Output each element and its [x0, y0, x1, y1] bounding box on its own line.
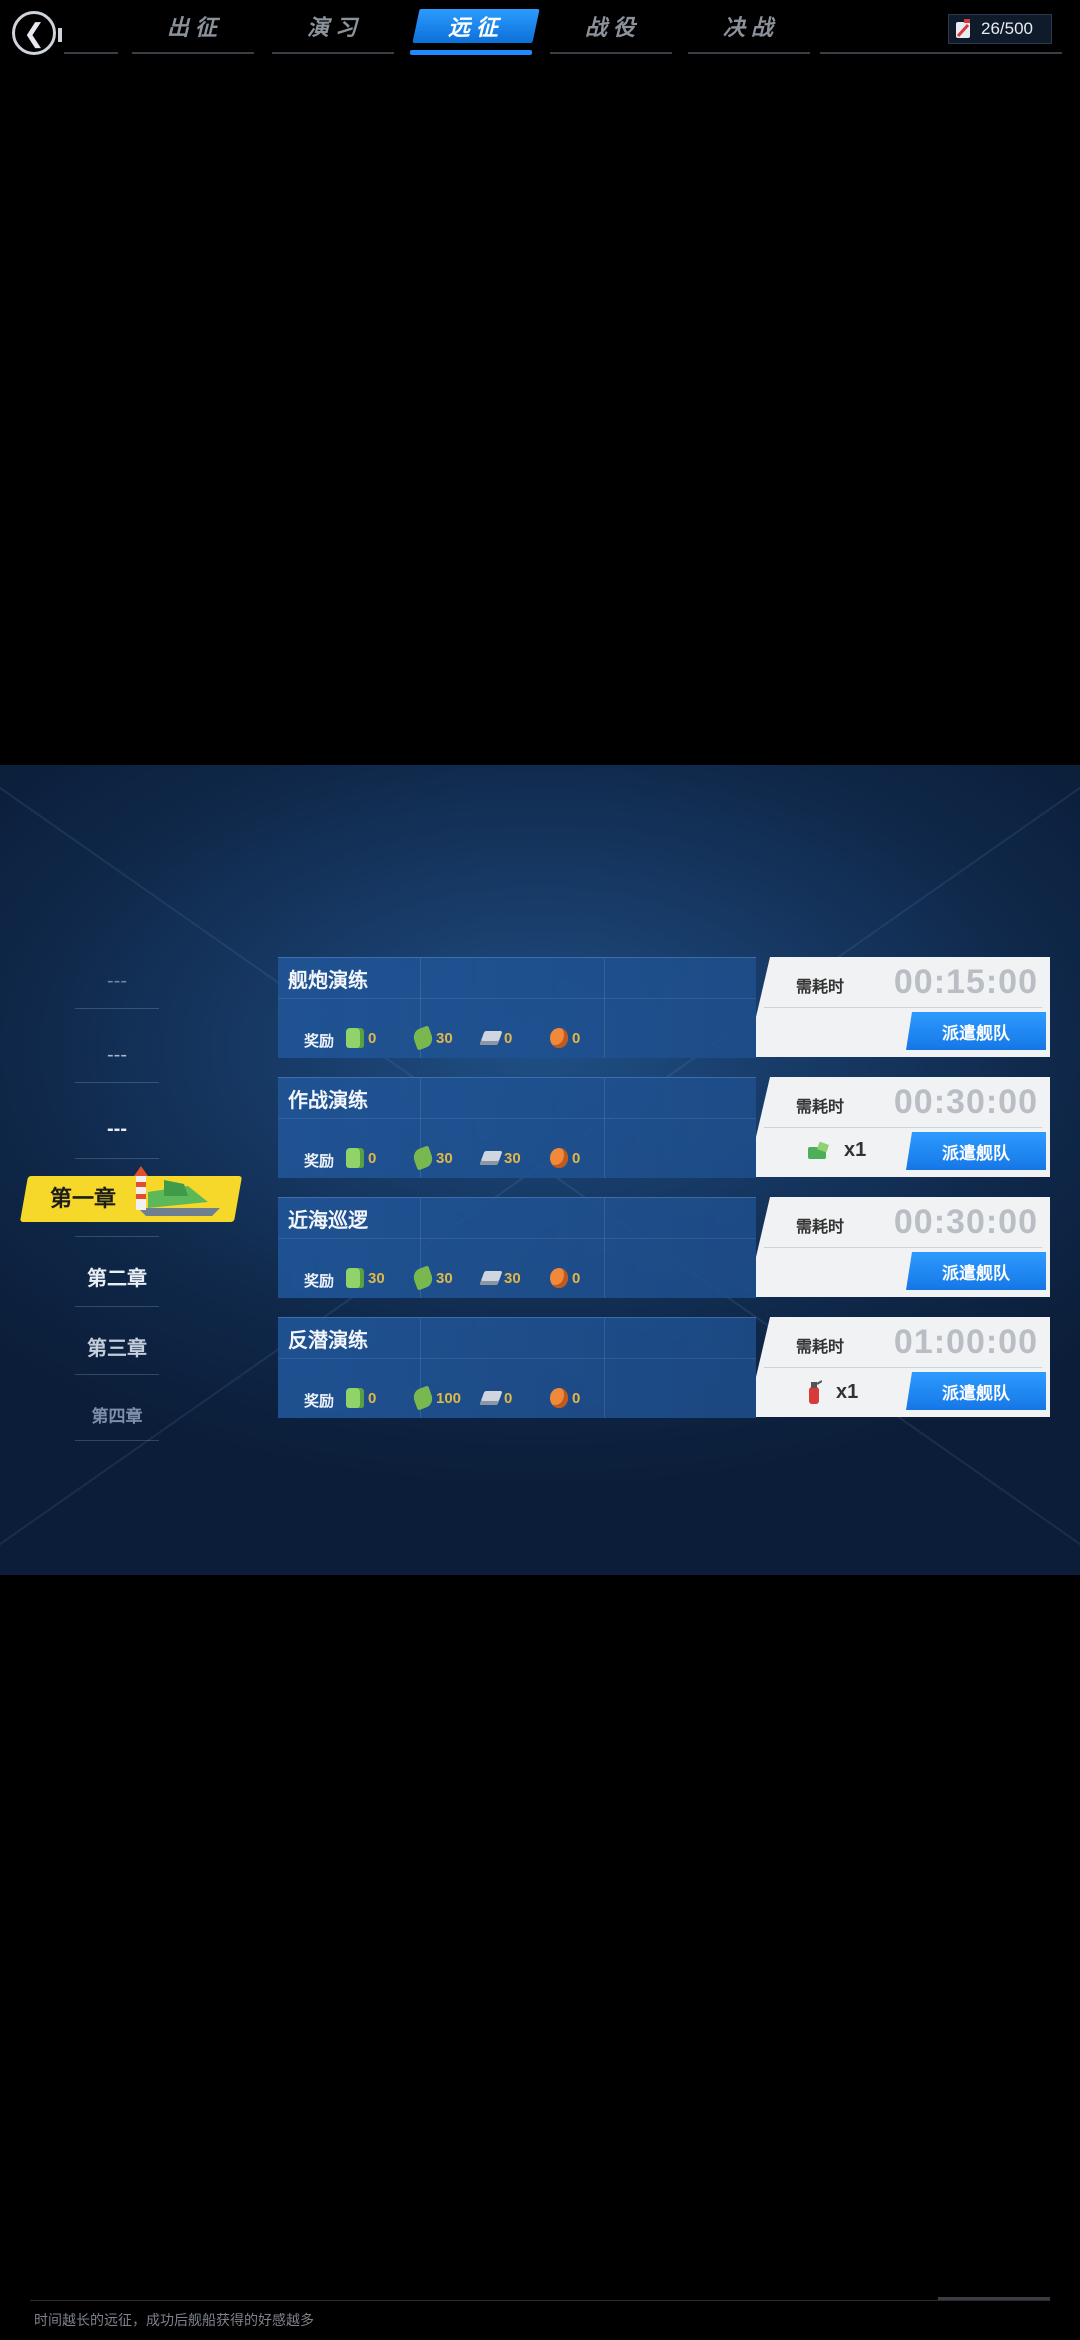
expedition-row: 近海巡逻 奖励 30 30 30 0 需耗时 00:30:00 派遣舰队	[278, 1197, 1050, 1298]
fuel-icon	[346, 1028, 364, 1048]
expedition-row: 作战演练 奖励 0 30 30 0 需耗时 00:30:00 x1 派遣舰队	[278, 1077, 1050, 1178]
expedition-name: 舰炮演练	[288, 970, 368, 992]
reward-ammo: 30	[436, 1149, 453, 1167]
back-button[interactable]: ❮	[12, 11, 62, 55]
dispatch-fleet-button[interactable]: 派遣舰队	[906, 1372, 1046, 1410]
bauxite-icon	[550, 1028, 568, 1048]
reward-label: 奖励	[304, 1033, 335, 1050]
bonus-item-qty: x1	[844, 1139, 867, 1161]
tab-expedition[interactable]: 远征	[412, 9, 540, 43]
fuel-icon	[346, 1268, 364, 1288]
dispatch-fleet-button[interactable]: 派遣舰队	[906, 1132, 1046, 1170]
reward-fuel: 30	[368, 1269, 385, 1287]
chapter-item-4[interactable]: 第四章	[42, 1402, 192, 1427]
bauxite-icon	[550, 1388, 568, 1408]
fuel-icon	[346, 1148, 364, 1168]
bonus-item-qty: x1	[836, 1380, 859, 1403]
ammo-icon	[411, 1025, 435, 1051]
reward-steel: 0	[504, 1029, 513, 1047]
ship-icon	[134, 1166, 220, 1216]
reward-steel: 30	[504, 1269, 521, 1287]
reward-ammo: 30	[436, 1269, 453, 1287]
steel-icon	[479, 1391, 503, 1405]
chapter-item-locked: ---	[107, 1118, 127, 1140]
ammo-icon	[411, 1385, 435, 1411]
fuel-counter: 26/500	[948, 14, 1052, 44]
fuel-icon	[346, 1388, 364, 1408]
ammo-icon	[411, 1265, 435, 1291]
reward-bauxite: 0	[572, 1149, 581, 1167]
expedition-name: 近海巡逻	[288, 1210, 368, 1232]
reward-bauxite: 0	[572, 1029, 581, 1047]
expedition-row: 舰炮演练 奖励 0 30 0 0 需耗时 00:15:00 派遣舰队	[278, 957, 1050, 1058]
tab-campaign[interactable]: 战役	[554, 8, 672, 44]
time-cost-label: 需耗时	[796, 1219, 845, 1236]
footer-tip: 时间越长的远征，成功后舰船获得的好感越多	[34, 2312, 314, 2328]
reward-bauxite: 0	[572, 1389, 581, 1407]
reward-ammo: 100	[436, 1389, 462, 1407]
time-cost-value: 00:30:00	[893, 1203, 1038, 1241]
top-nav-bar: ❮ 出征 演习 远征 战役 决战 26/500	[0, 0, 1080, 60]
reward-fuel: 0	[368, 1149, 377, 1167]
footer-divider	[30, 2300, 1050, 2301]
expedition-name: 作战演练	[288, 1090, 368, 1112]
time-cost-label: 需耗时	[796, 979, 845, 996]
dispatch-fleet-button[interactable]: 派遣舰队	[906, 1252, 1046, 1290]
bonus-item: x1	[806, 1139, 866, 1162]
steel-icon	[479, 1271, 503, 1285]
reward-ammo: 30	[436, 1029, 453, 1047]
steel-icon	[479, 1031, 503, 1045]
repair-bucket-icon	[808, 1141, 829, 1159]
time-cost-label: 需耗时	[796, 1099, 845, 1116]
reward-label: 奖励	[304, 1153, 335, 1170]
reward-steel: 0	[504, 1389, 513, 1407]
tab-exercise[interactable]: 演习	[276, 8, 394, 44]
bonus-item: x1	[806, 1379, 858, 1405]
expedition-row: 反潜演练 奖励 0 100 0 0 需耗时 01:00:00 x1 派遣舰队	[278, 1317, 1050, 1418]
steel-icon	[479, 1151, 503, 1165]
chapter-item-locked: ---	[107, 970, 127, 992]
time-cost-value: 00:30:00	[893, 1083, 1038, 1121]
chapter-item-1[interactable]: 第一章	[50, 1176, 116, 1222]
fuel-can-icon	[955, 19, 973, 39]
reward-steel: 30	[504, 1149, 521, 1167]
dispatch-fleet-button[interactable]: 派遣舰队	[906, 1012, 1046, 1050]
reward-bauxite: 0	[572, 1269, 581, 1287]
chapter-item-2[interactable]: 第二章	[42, 1262, 192, 1291]
fire-extinguisher-icon	[809, 1380, 822, 1404]
reward-label: 奖励	[304, 1273, 335, 1290]
tab-sortie[interactable]: 出征	[136, 8, 254, 44]
expedition-name: 反潜演练	[288, 1330, 368, 1352]
bauxite-icon	[550, 1148, 568, 1168]
reward-fuel: 0	[368, 1389, 377, 1407]
chapter-item-3[interactable]: 第三章	[42, 1332, 192, 1361]
tab-decisive-battle[interactable]: 决战	[692, 8, 810, 44]
back-arrow-icon: ❮	[23, 17, 45, 48]
time-cost-value: 00:15:00	[893, 963, 1038, 1001]
scroll-indicator	[938, 2297, 1050, 2300]
reward-label: 奖励	[304, 1393, 335, 1410]
chapter-item-locked: ---	[107, 1044, 127, 1066]
fuel-value: 26/500	[981, 19, 1033, 38]
bauxite-icon	[550, 1268, 568, 1288]
time-cost-value: 01:00:00	[893, 1323, 1038, 1361]
ammo-icon	[411, 1145, 435, 1171]
time-cost-label: 需耗时	[796, 1339, 845, 1356]
reward-fuel: 0	[368, 1029, 377, 1047]
